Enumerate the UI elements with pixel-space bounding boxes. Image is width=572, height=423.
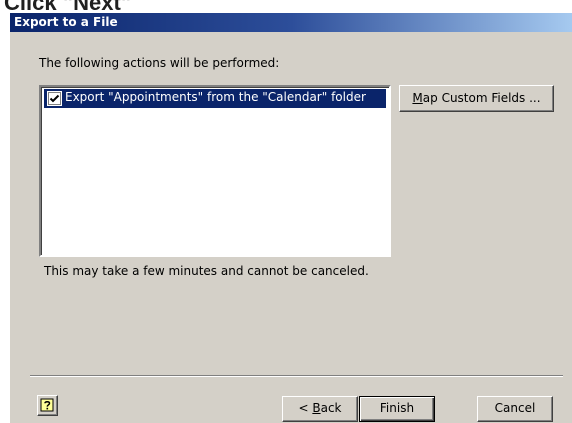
actions-list[interactable]: Export "Appointments" from the "Calendar… [39, 85, 391, 257]
page-header-fragment: Click "Next" [4, 0, 132, 15]
action-checkbox[interactable] [47, 91, 62, 106]
list-item[interactable]: Export "Appointments" from the "Calendar… [44, 89, 386, 108]
checkmark-icon [49, 94, 60, 103]
cancel-button[interactable]: Cancel [477, 396, 553, 422]
button-separator [30, 375, 563, 377]
back-button[interactable]: < Back [282, 396, 358, 422]
map-custom-fields-button[interactable]: Map Custom Fields ... [399, 85, 554, 112]
back-prefix: < [298, 401, 313, 415]
finish-button[interactable]: Finish [359, 396, 435, 422]
back-accel: B [312, 401, 321, 415]
help-question-icon [40, 398, 54, 412]
back-label-rest: ack [320, 401, 342, 415]
export-dialog: Export to a File The following actions w… [9, 13, 572, 423]
action-label: Export "Appointments" from the "Calendar… [65, 90, 366, 104]
dialog-title: Export to a File [14, 15, 118, 29]
actions-intro-label: The following actions will be performed: [39, 56, 280, 70]
map-accel: M [412, 91, 423, 105]
map-label-rest: ap Custom Fields ... [422, 91, 541, 105]
finish-label: Finish [379, 401, 415, 415]
cancel-label: Cancel [494, 401, 536, 415]
duration-note: This may take a few minutes and cannot b… [44, 264, 369, 278]
help-button[interactable] [37, 395, 58, 416]
dialog-titlebar[interactable]: Export to a File [10, 13, 572, 32]
